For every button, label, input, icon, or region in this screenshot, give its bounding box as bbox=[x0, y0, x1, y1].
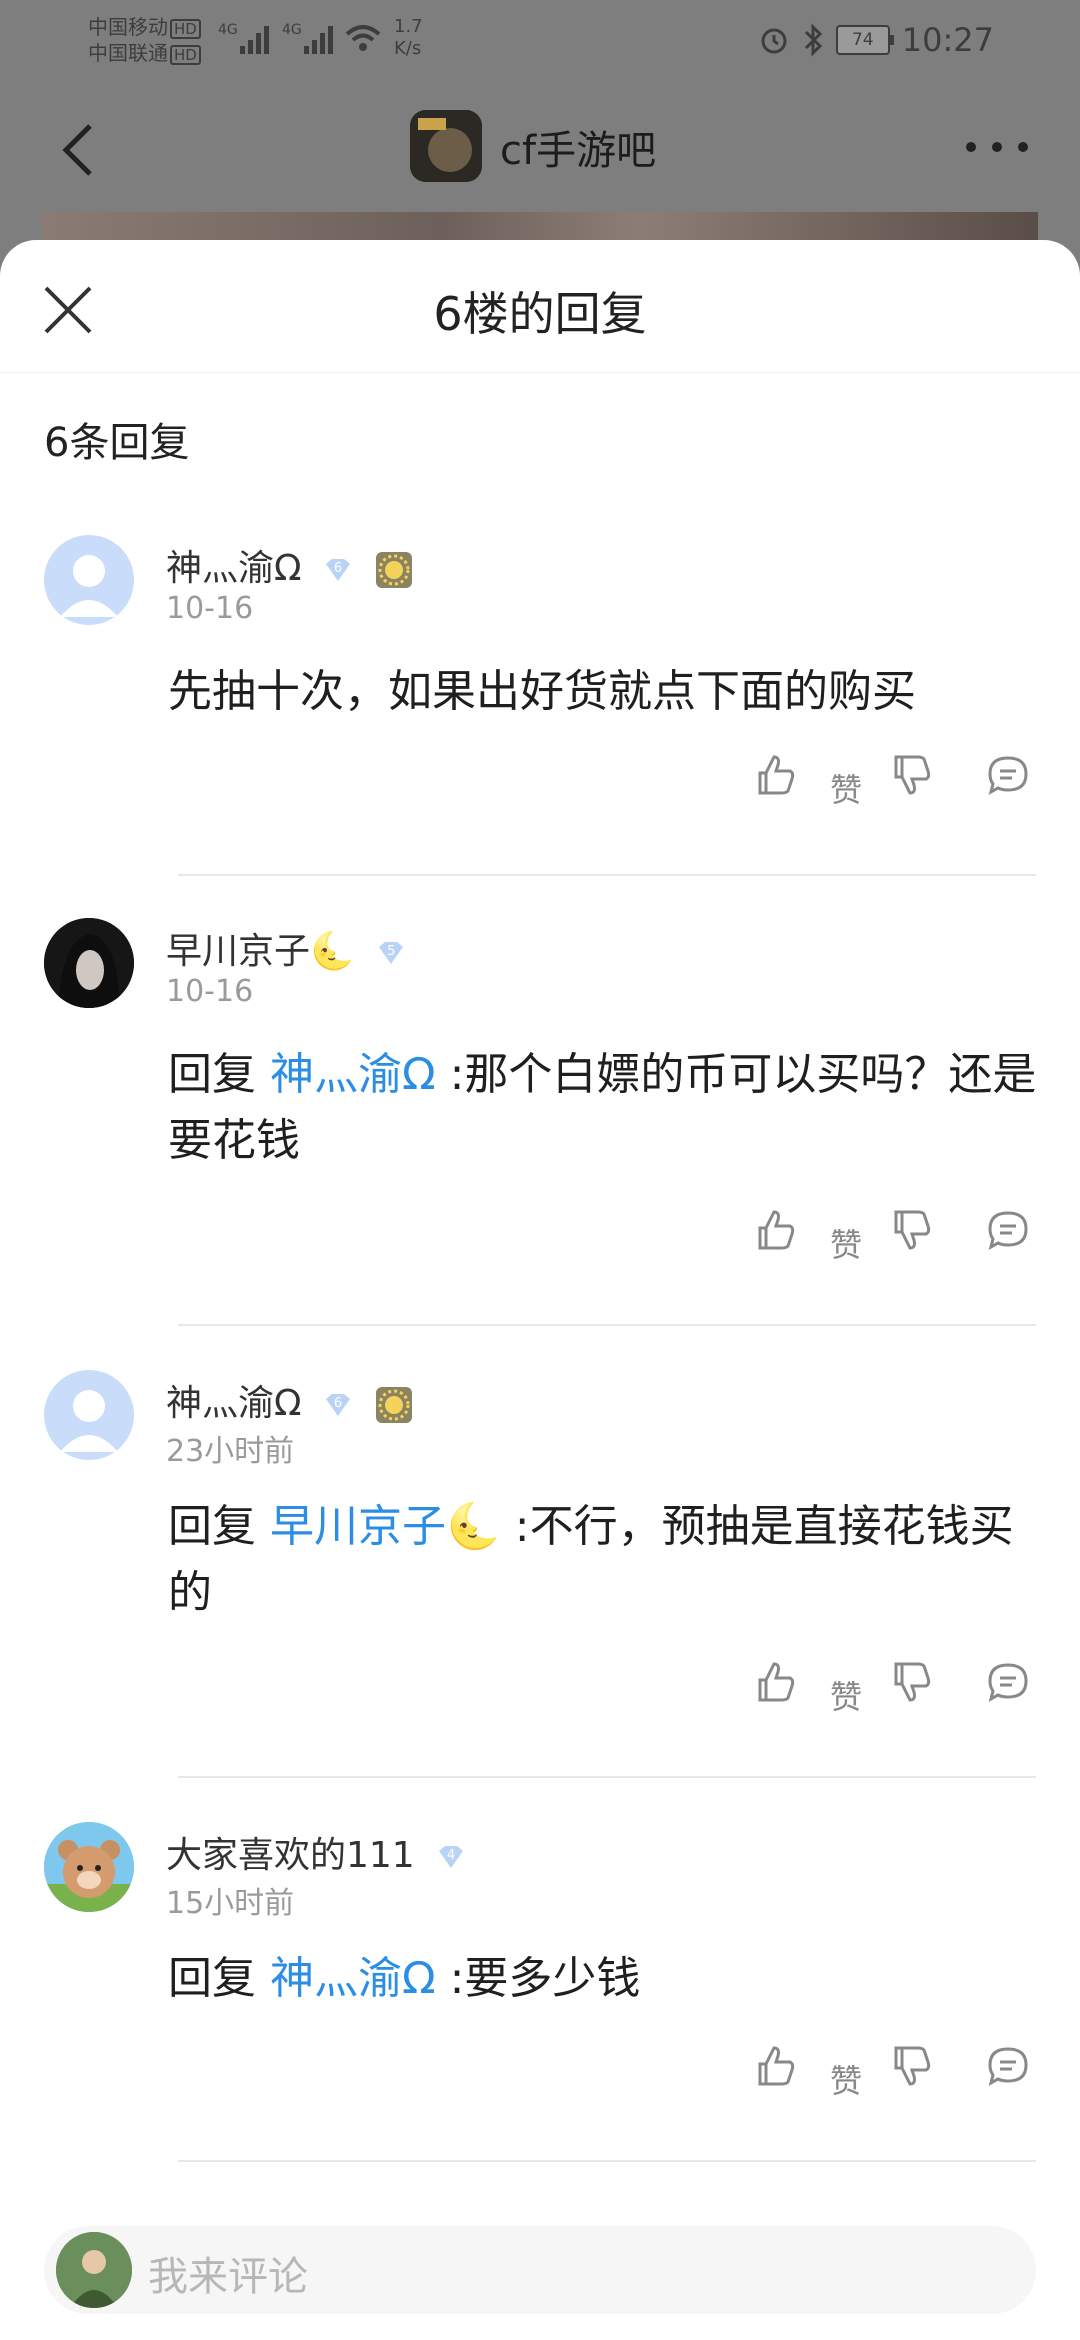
divider bbox=[178, 2160, 1036, 2162]
battery-icon: 74 bbox=[835, 25, 894, 55]
like-icon[interactable] bbox=[756, 1208, 796, 1252]
mention-link[interactable]: 早川京子🌜 bbox=[270, 1501, 501, 1552]
dislike-icon[interactable] bbox=[892, 1208, 932, 1252]
forum-title: cf手游吧 bbox=[500, 128, 657, 174]
divider bbox=[178, 1776, 1036, 1778]
like-label[interactable]: 赞 bbox=[830, 1672, 862, 1718]
comment-bar: 我来评论 bbox=[0, 2190, 1080, 2340]
my-avatar bbox=[56, 2232, 132, 2308]
status-bar: 中国移动 HD 中国联通 HD 4G 4G 1.7 K/s 74 10:27 bbox=[0, 0, 1080, 78]
hd-badge-1: HD bbox=[170, 19, 201, 39]
more-icon[interactable] bbox=[966, 142, 1028, 154]
comment-item: 神灬渝Ω 6 10-16 先抽十次，如果出好货就点下面的购买 赞 bbox=[0, 535, 1080, 825]
comment-text: 回复 神灬渝Ω :那个白嫖的币可以买吗？还是要花钱 bbox=[168, 1042, 1048, 1174]
mention-link[interactable]: 神灬渝Ω bbox=[270, 1049, 436, 1100]
comment-time: 23小时前 bbox=[166, 1434, 295, 1469]
background-page: 中国移动 HD 中国联通 HD 4G 4G 1.7 K/s 74 10:27 c… bbox=[0, 0, 1080, 272]
level-badge-icon: 6 bbox=[323, 1393, 353, 1417]
username[interactable]: 大家喜欢的111 4 bbox=[166, 1826, 466, 1878]
username[interactable]: 神灬渝Ω 6 bbox=[166, 1374, 413, 1426]
comment-text: 回复 神灬渝Ω :要多少钱 bbox=[168, 1946, 1048, 2012]
network-speed: 1.7 K/s bbox=[394, 16, 423, 59]
comment-actions: 赞 bbox=[750, 2044, 1050, 2104]
like-label[interactable]: 赞 bbox=[830, 2056, 862, 2102]
network-type-1: 4G bbox=[218, 22, 238, 38]
sheet-header: 6楼的回复 bbox=[0, 240, 1080, 373]
hd-badge-2: HD bbox=[170, 45, 201, 65]
comment-input[interactable]: 我来评论 bbox=[44, 2226, 1036, 2314]
carrier-2: 中国联通 bbox=[88, 41, 168, 65]
signal-icon-1 bbox=[240, 20, 276, 54]
avatar[interactable] bbox=[44, 918, 134, 1008]
reply-icon[interactable] bbox=[986, 753, 1030, 797]
comment-text: 先抽十次，如果出好货就点下面的购买 bbox=[168, 666, 916, 717]
carrier-1: 中国移动 bbox=[88, 15, 168, 39]
comment-text: 回复 早川京子🌜 :不行，预抽是直接花钱买的 bbox=[168, 1494, 1048, 1626]
mention-link[interactable]: 神灬渝Ω bbox=[270, 1953, 436, 2004]
carrier-info: 中国移动 HD 中国联通 HD bbox=[88, 14, 201, 66]
comment-actions: 赞 bbox=[750, 753, 1050, 813]
reply-prefix: 回复 bbox=[168, 1501, 256, 1552]
sun-badge-icon bbox=[376, 1387, 413, 1423]
username[interactable]: 早川京子🌜 5 bbox=[166, 922, 406, 974]
bluetooth-icon bbox=[804, 23, 822, 57]
network-type-2: 4G bbox=[282, 22, 302, 38]
reply-icon[interactable] bbox=[986, 1660, 1030, 1704]
dislike-icon[interactable] bbox=[892, 753, 932, 797]
alarm-icon bbox=[761, 28, 787, 54]
like-label[interactable]: 赞 bbox=[830, 1220, 862, 1266]
reply-count: 6条回复 bbox=[44, 420, 190, 466]
clock: 10:27 bbox=[901, 21, 994, 59]
reply-text: :要多少钱 bbox=[435, 1953, 641, 2004]
comment-time: 15小时前 bbox=[166, 1886, 295, 1921]
comment-placeholder: 我来评论 bbox=[148, 2254, 308, 2300]
like-icon[interactable] bbox=[756, 2044, 796, 2088]
signal-icon-2 bbox=[304, 20, 340, 54]
reply-prefix: 回复 bbox=[168, 1953, 256, 2004]
reply-icon[interactable] bbox=[986, 2044, 1030, 2088]
comment-actions: 赞 bbox=[750, 1660, 1050, 1720]
sheet-title: 6楼的回复 bbox=[433, 287, 647, 341]
level-badge-icon: 5 bbox=[376, 941, 406, 965]
comment-item: 神灬渝Ω 6 23小时前 回复 早川京子🌜 :不行，预抽是直接花钱买的 赞 bbox=[0, 1370, 1080, 1750]
username[interactable]: 神灬渝Ω 6 bbox=[166, 539, 413, 591]
comment-actions: 赞 bbox=[750, 1208, 1050, 1268]
sun-badge-icon bbox=[376, 552, 413, 588]
comment-item: 大家喜欢的111 4 15小时前 回复 神灬渝Ω :要多少钱 赞 bbox=[0, 1822, 1080, 2152]
avatar[interactable] bbox=[44, 1822, 134, 1912]
back-icon[interactable] bbox=[58, 120, 98, 180]
comment-time: 10-16 bbox=[166, 974, 254, 1009]
level-badge-icon: 6 bbox=[323, 558, 353, 582]
status-right: 74 10:27 bbox=[758, 20, 994, 60]
reply-icon[interactable] bbox=[986, 1208, 1030, 1252]
avatar[interactable] bbox=[44, 535, 134, 625]
like-icon[interactable] bbox=[756, 753, 796, 797]
reply-prefix: 回复 bbox=[168, 1049, 256, 1100]
level-badge-icon: 4 bbox=[436, 1845, 466, 1869]
comment-time: 10-16 bbox=[166, 591, 254, 626]
like-icon[interactable] bbox=[756, 1660, 796, 1704]
wifi-icon bbox=[345, 25, 381, 51]
divider bbox=[178, 874, 1036, 876]
forum-avatar[interactable] bbox=[410, 110, 482, 182]
like-label[interactable]: 赞 bbox=[830, 765, 862, 811]
avatar[interactable] bbox=[44, 1370, 134, 1460]
comment-item: 早川京子🌜 5 10-16 回复 神灬渝Ω :那个白嫖的币可以买吗？还是要花钱 … bbox=[0, 918, 1080, 1298]
dislike-icon[interactable] bbox=[892, 2044, 932, 2088]
reply-sheet: 6楼的回复 6条回复 神灬渝Ω 6 10-16 先抽十次，如果出好货就点下面的购… bbox=[0, 240, 1080, 2340]
divider bbox=[178, 1324, 1036, 1326]
dislike-icon[interactable] bbox=[892, 1660, 932, 1704]
